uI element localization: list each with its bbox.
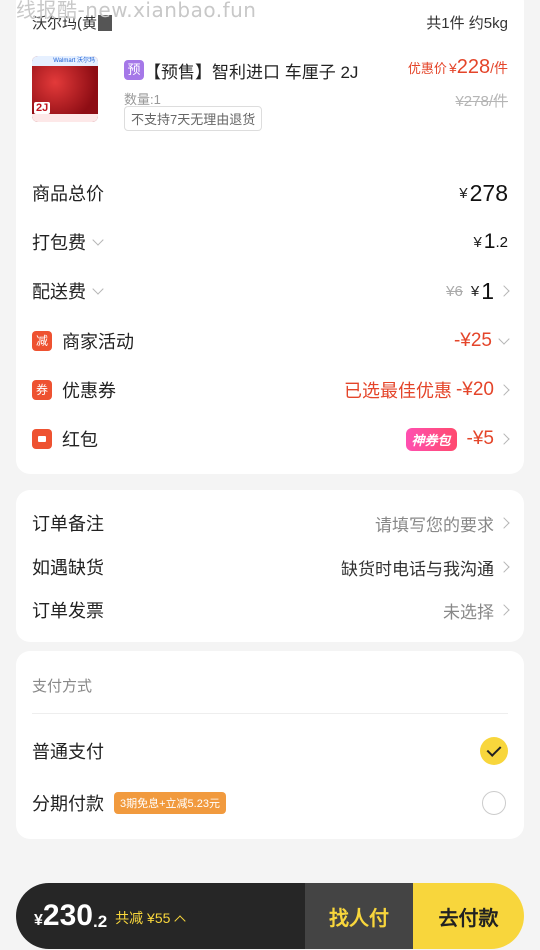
fee-row-coupon[interactable]: 券 优惠券 已选最佳优惠 -¥20 [32,375,510,405]
chevron-up-icon [174,914,187,927]
total-summary[interactable]: ¥ 230 .2 共减 ¥55 [16,883,305,949]
order-card: 沃尔玛(黄 共1件 约5kg Walmart 沃尔玛 2J 预 【预售】智利进口… [16,0,524,474]
discount-icon: 减 [32,331,52,351]
total-price-int: 230 [42,899,93,932]
order-summary: 共1件 约5kg [426,15,508,32]
order-note-placeholder: 请填写您的要求 [375,515,494,535]
stockout-option: 缺货时电话与我沟通 [341,559,494,579]
savings-text: 共减 ¥55 [115,910,171,926]
divider [32,713,508,714]
coupon-note: 已选最佳优惠 [343,381,452,401]
fee-row-delivery[interactable]: 配送费 ¥6 ¥ 1 [32,276,510,306]
payment-option-installment[interactable]: 分期付款 3期免息+立减5.23元 [32,788,508,818]
find-payer-button[interactable]: 找人付 [305,883,413,949]
fee-row-total: 商品总价 ¥ 278 [32,179,508,206]
order-note-row[interactable]: 订单备注 请填写您的要求 [32,509,510,537]
watermark: 线报酷-new.xianbao.fun [16,0,257,22]
chevron-right-icon[interactable] [498,561,510,573]
payment-option-normal[interactable]: 普通支付 [32,736,508,766]
delivery-fee: 1 [481,277,494,304]
radio-checked-icon[interactable] [480,737,508,765]
savings-toggle[interactable]: 共减 ¥55 [115,908,187,928]
stockout-row[interactable]: 如遇缺货 缺货时电话与我沟通 [32,553,510,581]
chevron-right-icon[interactable] [498,285,510,297]
checkout-bar: ¥ 230 .2 共减 ¥55 找人付 去付款 [16,883,524,949]
packing-fee-int: 1 [483,230,496,253]
coupon-value: -¥20 [455,379,494,400]
total-price-dec: .2 [92,912,108,931]
chevron-down-icon[interactable] [498,332,510,345]
thumbnail-brand: Walmart 沃尔玛 [32,56,98,66]
chevron-right-icon[interactable] [498,384,510,396]
fee-label: 红包 [62,430,98,450]
chevron-right-icon[interactable] [498,517,510,529]
merchant-discount-value: -¥25 [453,330,492,351]
chevron-right-icon[interactable] [498,604,510,616]
redpacket-value: -¥5 [466,428,494,449]
super-coupon-badge: 神券包 [405,427,457,451]
fee-row-redpacket[interactable]: 红包 神券包 -¥5 [32,424,510,454]
product-title: 【预售】智利进口 车厘子 2J [144,63,359,82]
red-envelope-icon [32,429,52,449]
radio-unchecked-icon[interactable] [482,791,506,815]
fee-label: 配送费 [32,282,86,302]
fee-label: 商品总价 [32,184,104,204]
product-item[interactable]: Walmart 沃尔玛 2J 预 【预售】智利进口 车厘子 2J 数量:1 不支… [32,56,508,140]
order-options-card: 订单备注 请填写您的要求 如遇缺货 缺货时电话与我沟通 订单发票 未选择 [16,490,524,642]
fee-row-packing[interactable]: 打包费 ¥ 1 .2 [32,227,508,257]
total-amount: 278 [469,179,508,206]
product-thumbnail[interactable]: Walmart 沃尔玛 2J [32,56,98,122]
chevron-right-icon[interactable] [498,433,510,445]
payment-section-title: 支付方式 [32,678,93,695]
invoice-status: 未选择 [443,602,494,622]
invoice-row[interactable]: 订单发票 未选择 [32,596,510,624]
fee-label: 打包费 [32,233,86,253]
chevron-down-icon[interactable] [92,282,104,295]
fee-label: 优惠券 [62,381,116,401]
coupon-icon: 券 [32,380,52,400]
original-delivery-fee: ¥6 [446,282,463,300]
fee-row-merchant-discount[interactable]: 减 商家活动 -¥25 [32,326,510,356]
discount-price: 优惠价 ¥ 228 /件 [407,56,508,78]
fee-label: 商家活动 [62,332,134,352]
packing-fee-dec: .2 [495,233,508,251]
original-price: ¥278/件 [455,93,508,110]
installment-promo-badge: 3期免息+立减5.23元 [114,792,226,814]
chevron-down-icon[interactable] [92,233,104,246]
thumbnail-grade-badge: 2J [34,102,51,114]
payment-method-card: 支付方式 普通支付 分期付款 3期免息+立减5.23元 [16,651,524,839]
presale-badge: 预 [124,60,144,80]
return-policy-tag: 不支持7天无理由退货 [124,106,263,131]
pay-button[interactable]: 去付款 [413,883,524,949]
